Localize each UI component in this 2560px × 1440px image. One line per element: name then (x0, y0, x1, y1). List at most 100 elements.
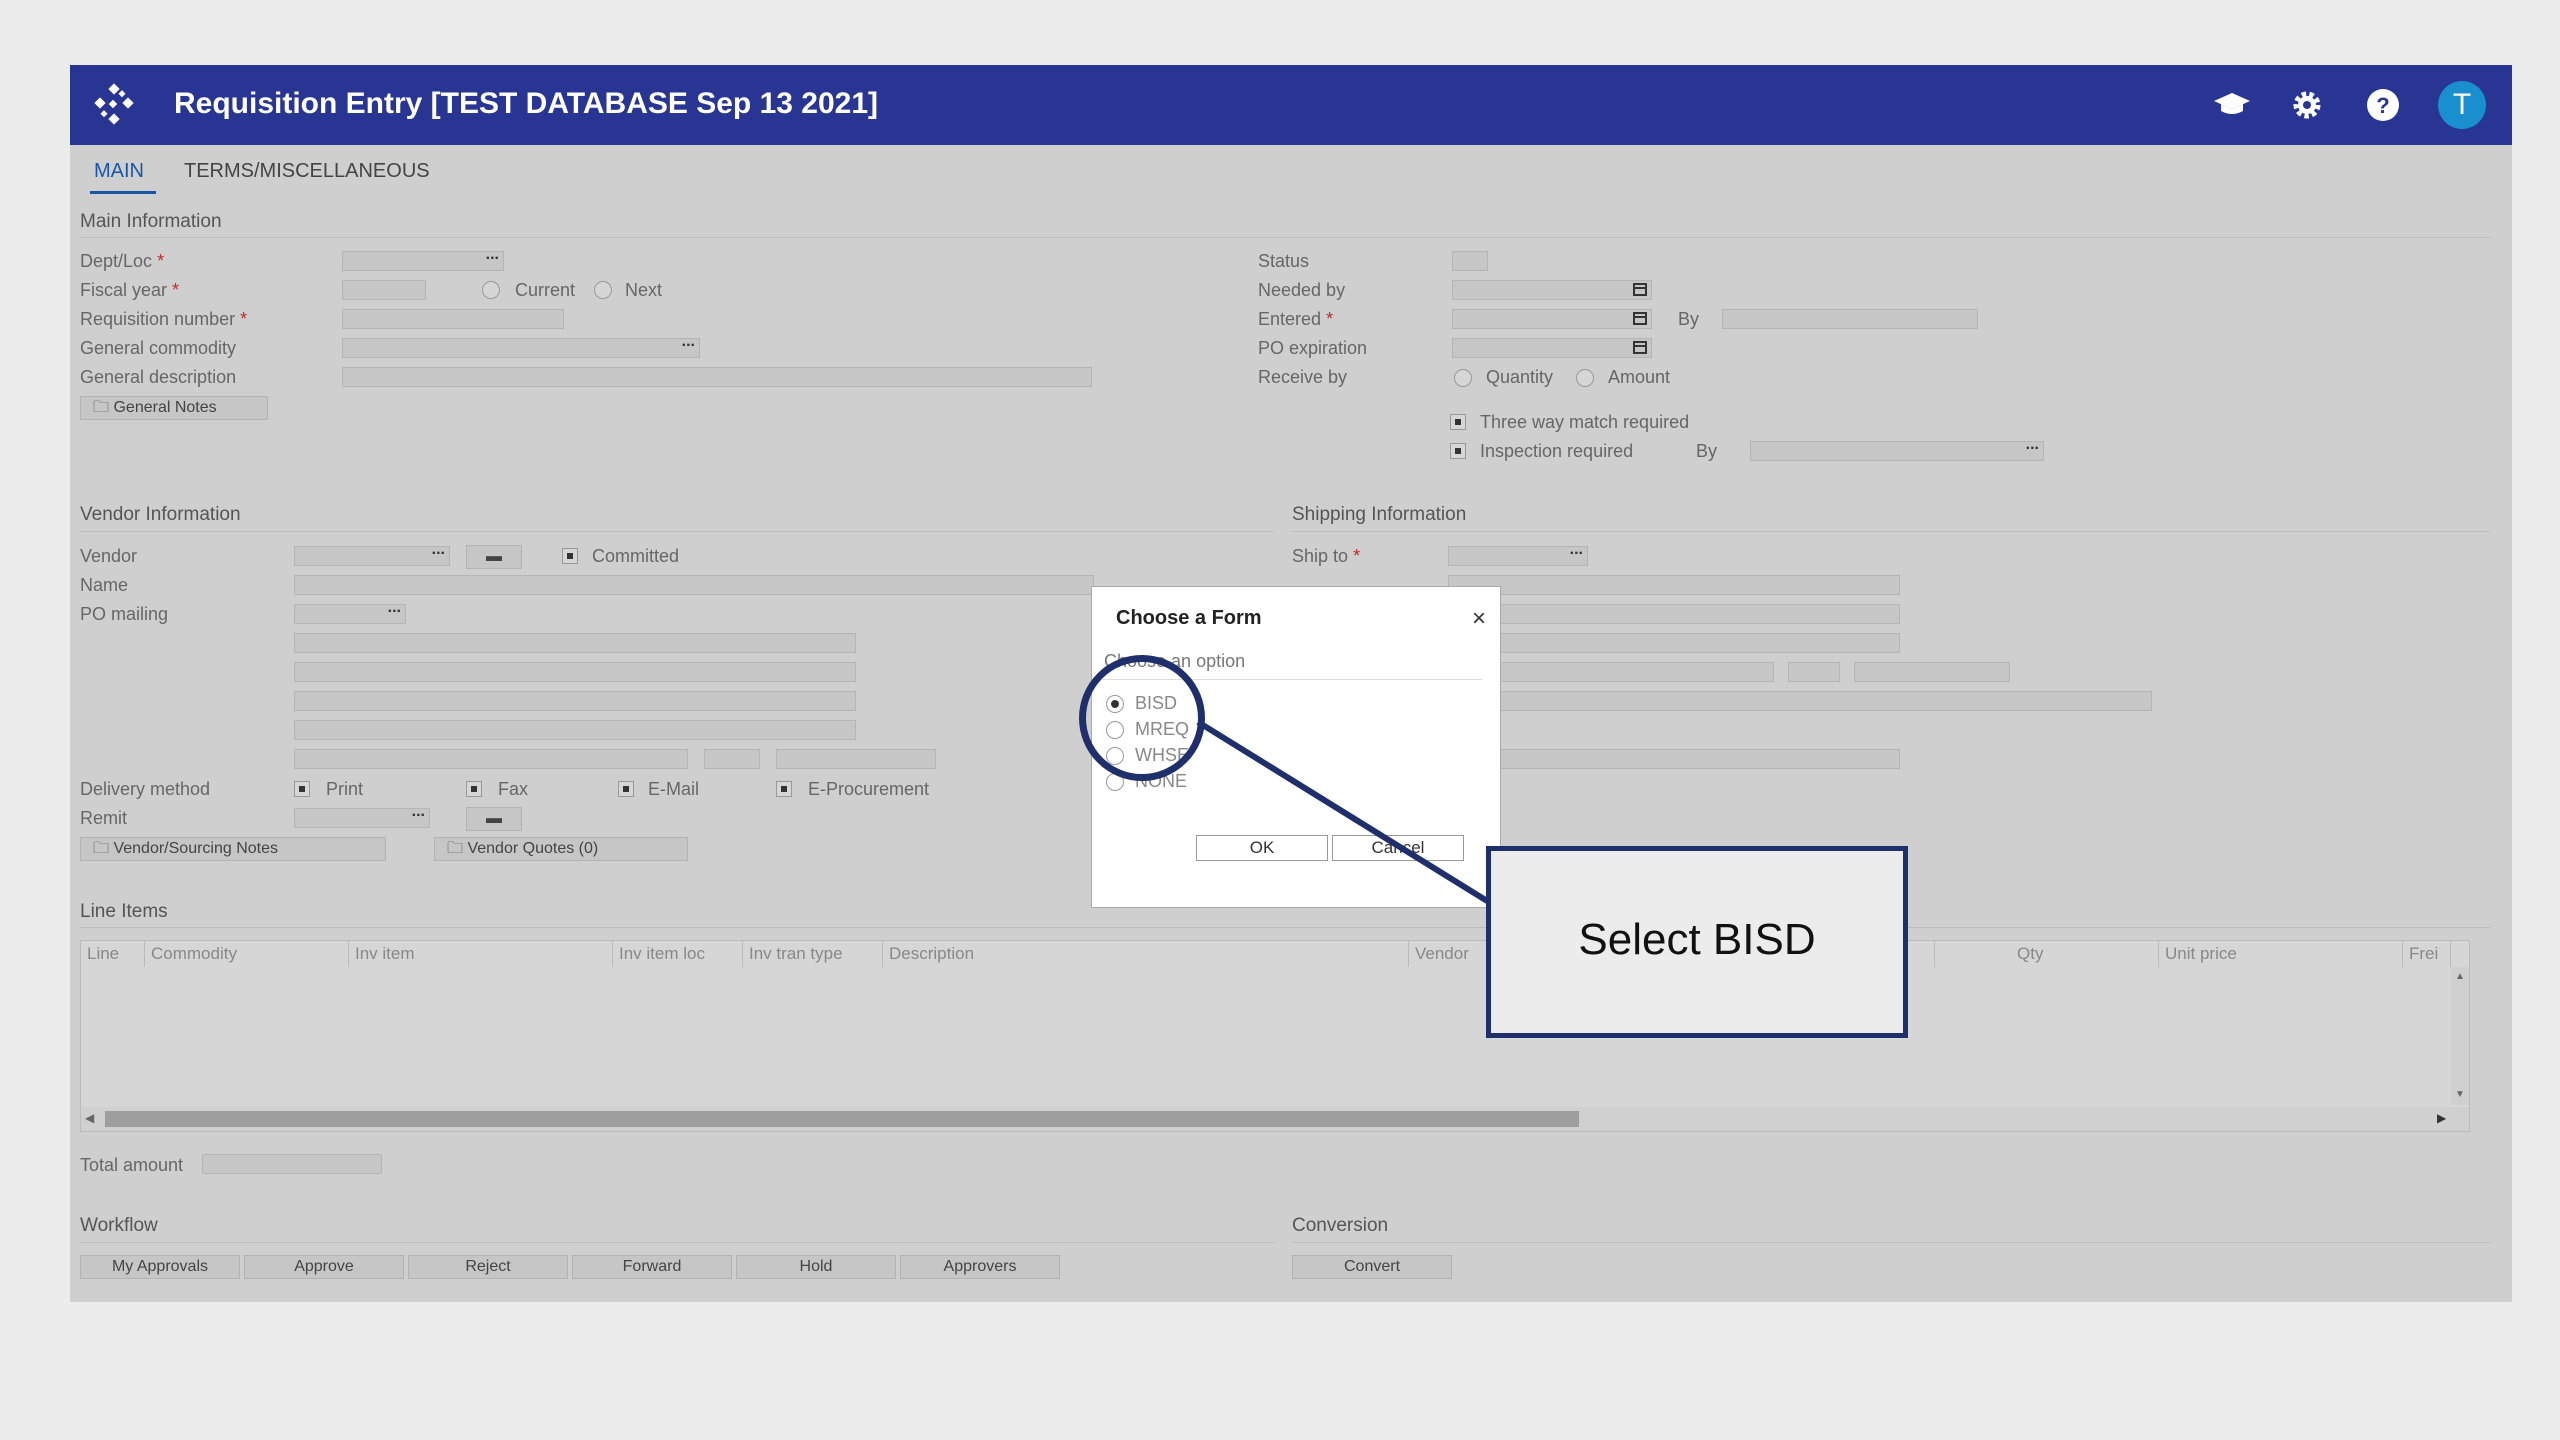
column-header[interactable]: Description (883, 941, 1409, 967)
column-header[interactable]: Inv item loc (613, 941, 743, 967)
vendor-field[interactable]: ... (294, 541, 450, 566)
ship-name-field[interactable] (1448, 575, 1900, 595)
svg-text:?: ? (2376, 93, 2389, 118)
close-icon[interactable]: × (1472, 605, 1486, 633)
graduation-cap-icon[interactable] (2212, 85, 2252, 125)
lookup-button[interactable]: ... (486, 246, 499, 264)
column-header[interactable]: Frei (2403, 941, 2451, 967)
cancel-button[interactable]: Cancel (1332, 835, 1464, 861)
logo-icon[interactable] (90, 81, 138, 129)
title-bar: Requisition Entry [TEST DATABASE Sep 13 … (70, 65, 2512, 145)
column-header[interactable]: Inv item (349, 941, 613, 967)
section-divider (1292, 531, 2490, 532)
total-amount-field (202, 1154, 382, 1174)
address-line-4-field[interactable] (294, 720, 856, 740)
lookup-button[interactable]: ... (2026, 436, 2039, 454)
scrollbar-thumb[interactable] (105, 1111, 1579, 1127)
hold-button[interactable]: Hold (736, 1255, 896, 1279)
city-field[interactable] (294, 749, 688, 769)
vertical-scrollbar[interactable]: ▲ ▼ (2451, 967, 2469, 1105)
approve-button[interactable]: Approve (244, 1255, 404, 1279)
state-field[interactable] (704, 749, 760, 769)
calendar-icon[interactable] (1633, 312, 1647, 325)
delivery-eprocurement-checkbox[interactable] (776, 781, 792, 797)
line-items-grid[interactable]: Line Commodity Inv item Inv item loc Inv… (80, 940, 2470, 1132)
inspection-by-field[interactable]: ... (1750, 436, 2044, 461)
status-field[interactable] (1452, 251, 1488, 271)
needed-by-field[interactable] (1452, 280, 1652, 300)
remit-field[interactable]: ... (294, 803, 430, 828)
scroll-down-icon[interactable]: ▼ (2455, 1089, 2465, 1100)
convert-button[interactable]: Convert (1292, 1255, 1452, 1279)
column-header[interactable]: Line (81, 941, 145, 967)
receive-by-amount-radio[interactable] (1576, 369, 1594, 387)
calendar-icon[interactable] (1633, 341, 1647, 354)
calendar-icon[interactable] (1633, 283, 1647, 296)
line-items-title: Line Items (80, 901, 168, 922)
address-line-1-field[interactable] (294, 633, 856, 653)
column-header[interactable]: Inv tran type (743, 941, 883, 967)
lookup-button[interactable]: ... (432, 541, 445, 559)
horizontal-scrollbar[interactable]: ◀ ▶ (81, 1107, 2469, 1131)
general-description-field[interactable] (342, 367, 1092, 387)
ship-address-1-field[interactable] (1448, 604, 1900, 624)
scroll-left-icon[interactable]: ◀ (85, 1111, 94, 1125)
ship-address-2-field[interactable] (1448, 633, 1900, 653)
lookup-button[interactable]: ... (412, 803, 425, 821)
column-header[interactable]: Commodity (145, 941, 349, 967)
delivery-print-checkbox[interactable] (294, 781, 310, 797)
approvers-button[interactable]: Approvers (900, 1255, 1060, 1279)
fiscal-year-field[interactable] (342, 280, 426, 300)
inspection-required-checkbox[interactable] (1450, 443, 1466, 459)
total-amount-label: Total amount (80, 1155, 184, 1175)
three-way-match-checkbox[interactable] (1450, 414, 1466, 430)
vendor-name-field[interactable] (294, 575, 1094, 595)
delivery-email-checkbox[interactable] (618, 781, 634, 797)
entered-field[interactable] (1452, 309, 1652, 329)
tab-main[interactable]: MAIN (94, 160, 144, 183)
po-expiration-field[interactable] (1452, 338, 1652, 358)
forward-button[interactable]: Forward (572, 1255, 732, 1279)
reject-button[interactable]: Reject (408, 1255, 568, 1279)
folder-icon: 🗀 (93, 399, 110, 416)
my-approvals-button[interactable]: My Approvals (80, 1255, 240, 1279)
lookup-button[interactable]: ... (682, 333, 695, 351)
scroll-right-icon[interactable]: ▶ (2437, 1111, 2446, 1125)
avatar[interactable]: T (2438, 81, 2486, 129)
zip-field[interactable] (776, 749, 936, 769)
vendor-folder-button[interactable]: ▬ (466, 545, 522, 569)
receive-by-label: Receive by (1258, 367, 1348, 387)
column-header[interactable]: Qty (2011, 941, 2159, 967)
ship-attention-field[interactable] (1448, 691, 2152, 711)
callout-box: Select BISD (1486, 846, 1908, 1038)
vendor-quotes-button[interactable]: 🗀 Vendor Quotes (0) (434, 837, 688, 861)
dept-loc-field[interactable]: ... (342, 246, 504, 271)
column-header[interactable]: Unit price (2159, 941, 2403, 967)
entered-by-field[interactable] (1722, 309, 1978, 329)
ok-button[interactable]: OK (1196, 835, 1328, 861)
ship-zip-field[interactable] (1854, 662, 2010, 682)
general-commodity-field[interactable]: ... (342, 333, 700, 358)
help-icon[interactable]: ? (2363, 85, 2403, 125)
ship-to-field[interactable]: ... (1448, 541, 1588, 566)
committed-checkbox[interactable] (562, 548, 578, 564)
address-line-2-field[interactable] (294, 662, 856, 682)
vendor-sourcing-notes-button[interactable]: 🗀 Vendor/Sourcing Notes (80, 837, 386, 861)
po-mailing-field[interactable]: ... (294, 599, 406, 624)
requisition-number-field[interactable] (342, 309, 564, 329)
conversion-title: Conversion (1292, 1215, 1389, 1236)
lookup-button[interactable]: ... (1570, 541, 1583, 559)
general-notes-button[interactable]: 🗀 General Notes (80, 396, 268, 420)
ship-phone-field[interactable] (1448, 749, 1900, 769)
gear-icon[interactable] (2287, 85, 2327, 125)
receive-by-quantity-radio[interactable] (1454, 369, 1472, 387)
remit-folder-button[interactable]: ▬ (466, 807, 522, 831)
delivery-fax-checkbox[interactable] (466, 781, 482, 797)
ship-state-field[interactable] (1788, 662, 1840, 682)
fiscal-year-next-radio[interactable] (594, 281, 612, 299)
lookup-button[interactable]: ... (388, 599, 401, 617)
fiscal-year-current-radio[interactable] (482, 281, 500, 299)
scroll-up-icon[interactable]: ▲ (2455, 971, 2465, 982)
address-line-3-field[interactable] (294, 691, 856, 711)
tab-terms-miscellaneous[interactable]: TERMS/MISCELLANEOUS (184, 160, 430, 183)
